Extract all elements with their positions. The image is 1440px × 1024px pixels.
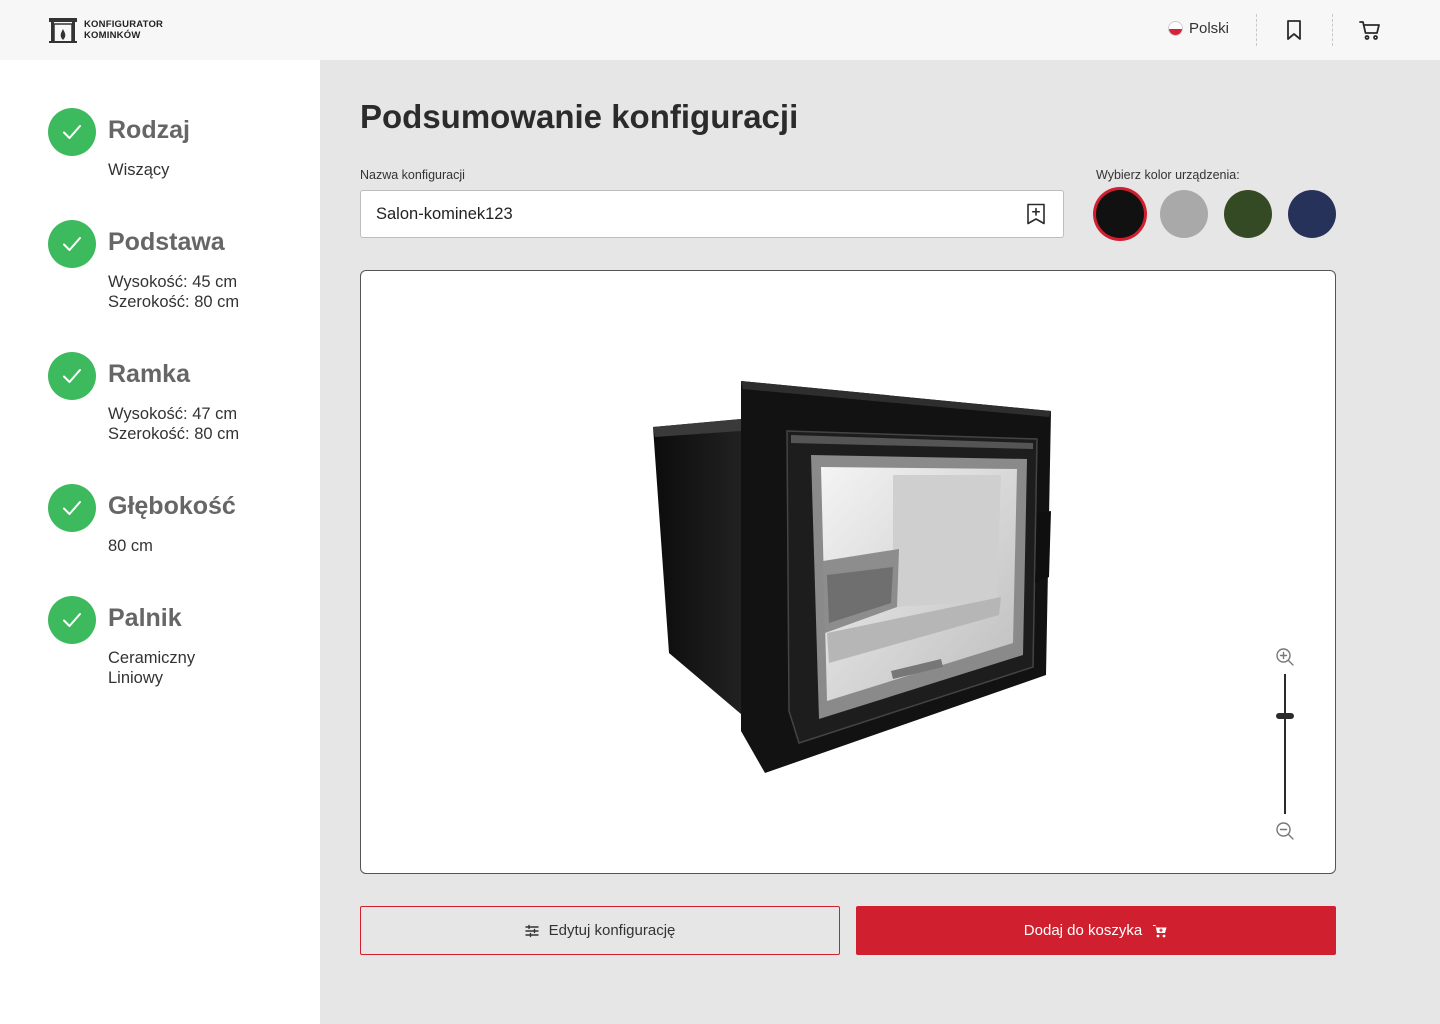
color-swatch-green[interactable]: [1224, 190, 1272, 238]
step-title: Ramka: [108, 360, 190, 388]
poland-flag-icon: [1168, 21, 1183, 36]
logo-line-1: KONFIGURATOR: [84, 19, 164, 30]
step-value: Ceramiczny: [108, 649, 196, 667]
step-title: Rodzaj: [108, 116, 190, 144]
zoom-out-icon[interactable]: [1275, 821, 1295, 841]
step-value: Szerokość: 80 cm: [108, 425, 240, 443]
step-value: Wysokość: 45 cm: [108, 273, 238, 291]
product-3d-viewer[interactable]: [360, 270, 1336, 874]
check-icon: [48, 484, 96, 532]
zoom-slider-track[interactable]: [1284, 674, 1286, 814]
fireplace-logo-icon: [49, 18, 77, 43]
header-divider: [1256, 14, 1257, 46]
check-icon: [48, 108, 96, 156]
step-value: Wysokość: 47 cm: [108, 405, 238, 423]
step-value: Liniowy: [108, 669, 164, 687]
sliders-icon: [524, 924, 539, 937]
cart-icon[interactable]: [1358, 18, 1382, 42]
edit-configuration-button[interactable]: Edytuj konfigurację: [360, 906, 840, 955]
check-icon: [48, 352, 96, 400]
color-swatch-navy[interactable]: [1288, 190, 1336, 238]
bookmark-icon[interactable]: [1282, 18, 1306, 42]
top-bar: KONFIGURATOR KOMINKÓW Polski: [0, 0, 1440, 60]
step-title: Palnik: [108, 604, 182, 632]
logo[interactable]: KONFIGURATOR KOMINKÓW: [48, 16, 163, 44]
language-selector[interactable]: Polski: [1168, 20, 1229, 37]
step-value: Wiszący: [108, 161, 170, 179]
check-icon: [48, 220, 96, 268]
color-swatch-grey[interactable]: [1160, 190, 1208, 238]
save-bookmark-icon[interactable]: [1024, 202, 1048, 226]
zoom-in-icon[interactable]: [1275, 647, 1295, 667]
language-label: Polski: [1189, 20, 1230, 37]
cart-button-label: Dodaj do koszyka: [1023, 922, 1143, 939]
cart-icon: [1153, 924, 1167, 937]
check-icon: [48, 596, 96, 644]
edit-button-label: Edytuj konfigurację: [548, 922, 676, 939]
fireplace-insert-render[interactable]: [641, 371, 1061, 781]
page-title: Podsumowanie konfiguracji: [360, 98, 799, 135]
step-title: Podstawa: [108, 228, 225, 256]
color-swatch-black[interactable]: [1096, 190, 1144, 238]
logo-line-2: KOMINKÓW: [84, 30, 141, 41]
add-to-cart-button[interactable]: Dodaj do koszyka: [856, 906, 1336, 955]
zoom-slider-handle[interactable]: [1276, 713, 1294, 719]
step-title: Głębokość: [108, 492, 236, 520]
header-divider: [1332, 14, 1333, 46]
step-value: Szerokość: 80 cm: [108, 293, 240, 311]
config-name-input[interactable]: [360, 190, 1064, 238]
configuration-steps-sidebar: Rodzaj Wiszący Podstawa Wysokość: 45 cm …: [0, 60, 320, 1024]
step-value: 80 cm: [108, 537, 153, 555]
color-picker-label: Wybierz kolor urządzenia:: [1096, 168, 1240, 182]
config-name-label: Nazwa konfiguracji: [360, 168, 465, 182]
